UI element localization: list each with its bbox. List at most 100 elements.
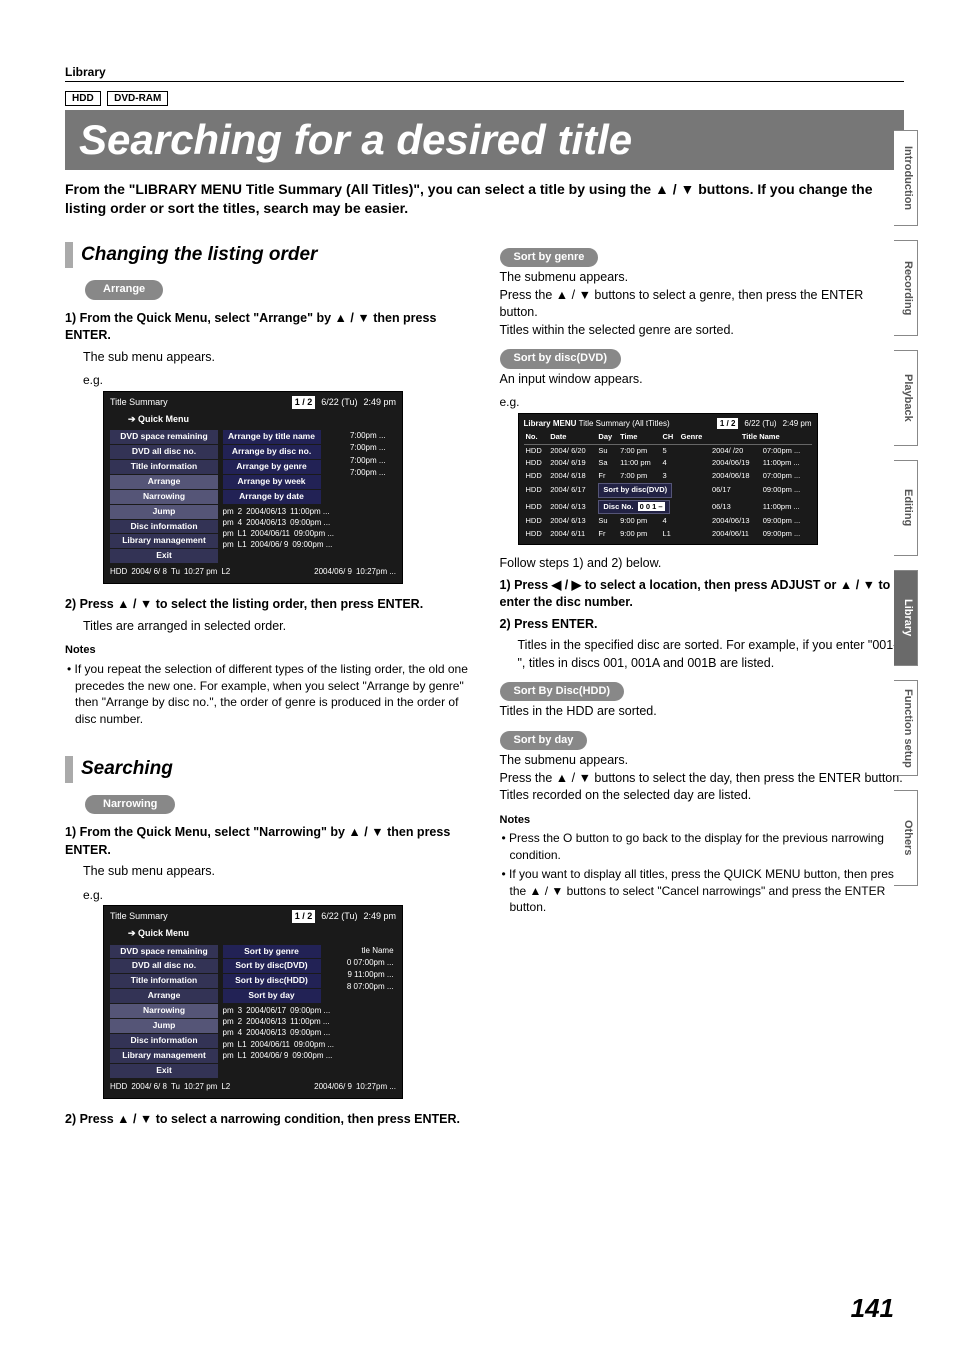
note-item: • If you repeat the selection of differe… (75, 661, 470, 728)
osd1-page: 1 / 2 (292, 396, 316, 409)
tab-function-setup[interactable]: Function setup (894, 680, 918, 776)
tab-others[interactable]: Others (894, 790, 918, 886)
tag-hdd: HDD (65, 91, 101, 106)
menu-item: Arrange (110, 475, 218, 489)
table-row: HDD2004/ 6/18Fr7:00 pm32004/06/1807:00pm… (524, 470, 812, 483)
notes-heading-2: Notes (500, 813, 905, 828)
tab-playback[interactable]: Playback (894, 350, 918, 446)
menu-item: Disc information (110, 1034, 218, 1048)
osd1-quickmenu: Quick Menu (128, 413, 189, 426)
dvd-step1: 1) Press ◀ / ▶ to select a location, the… (500, 577, 905, 612)
popup-sort-label: Sort by disc(DVD) (598, 483, 672, 498)
table-row: HDD2004/ 6/20Su7:00 pm52004/ /2007:00pm … (524, 444, 812, 457)
menu-item: Title information (110, 460, 218, 474)
arrange-step2: 2) Press ▲ / ▼ to select the listing ord… (65, 596, 470, 614)
table-row: HDD2004/ 6/13Disc No. 0 0 1 –06/1311:00p… (524, 499, 812, 516)
osd1-submenu: Arrange by title name Arrange by disc no… (223, 429, 335, 550)
dvd-text1: An input window appears. (500, 371, 905, 389)
osd2-page: 1 / 2 (292, 910, 316, 923)
osd2-footer-row: HDD2004/ 6/ 8Tu10:27 pmL22004/06/ 910:27… (110, 1081, 396, 1092)
section-header: Library (65, 65, 904, 82)
hdd-text1: Titles in the HDD are sorted. (500, 703, 905, 721)
menu-item: DVD space remaining (110, 945, 218, 959)
genre-text2: Press the ▲ / ▼ buttons to select a genr… (500, 287, 905, 322)
tab-editing[interactable]: Editing (894, 460, 918, 556)
sub-item: Sort by disc(HDD) (223, 974, 321, 988)
data-row: pm42004/06/1309:00pm ... (223, 517, 335, 528)
sub-item: Arrange by title name (223, 430, 321, 444)
genre-text3: Titles within the selected genre are sor… (500, 322, 905, 340)
menu-item: DVD all disc no. (110, 959, 218, 973)
eg-label-3: e.g. (500, 394, 905, 411)
menu-item: Disc information (110, 520, 218, 534)
osd1-menu: DVD space remaining DVD all disc no. Tit… (110, 429, 218, 564)
right-column: Sort by genre The submenu appears. Press… (500, 242, 905, 1132)
osd3-date: 6/22 (Tu) (744, 418, 776, 429)
dvd-step2: 2) Press ENTER. (500, 616, 905, 634)
data-row: pmL12004/06/1109:00pm ... (223, 528, 335, 539)
menu-item: Jump (110, 505, 218, 519)
menu-item: Exit (110, 549, 218, 563)
menu-item: Library management (110, 1049, 218, 1063)
sub-item: Sort by day (223, 989, 321, 1003)
osd-narrowing: Title Summary 1 / 2 6/22 (Tu) 2:49 pm Qu… (103, 905, 403, 1098)
data-row: pmL12004/06/ 909:00pm ... (223, 539, 335, 550)
osd1-sidevals: 7:00pm ... 7:00pm ... 7:00pm ... 7:00pm … (338, 429, 386, 478)
pill-sort-genre: Sort by genre (500, 248, 599, 267)
page-title: Searching for a desired title (65, 110, 904, 170)
pill-narrowing: Narrowing (85, 795, 175, 814)
menu-item: Narrowing (110, 490, 218, 504)
dvd-step2-body: Titles in the specified disc are sorted.… (518, 637, 905, 672)
data-row: pm22004/06/1311:00pm ... (223, 506, 335, 517)
osd-arrange: Title Summary 1 / 2 6/22 (Tu) 2:49 pm Qu… (103, 391, 403, 584)
osd3-table: No.DateDayTimeCHGenreTitle Name HDD2004/… (524, 431, 812, 540)
osd2-sidevals: tle Name 0 07:00pm ... 9 11:00pm ... 8 0… (338, 944, 394, 993)
tab-library[interactable]: Library (894, 570, 918, 666)
eg-label-2: e.g. (83, 887, 470, 904)
arrange-step1-sub: The sub menu appears. (83, 349, 470, 367)
popup-disc-no: Disc No. 0 0 1 – (598, 500, 669, 515)
sub-item: Sort by disc(DVD) (223, 959, 321, 973)
data-row: pm42004/06/1309:00pm ... (223, 1027, 335, 1038)
menu-item: Title information (110, 974, 218, 988)
arrange-step2-sub: Titles are arranged in selected order. (83, 618, 470, 636)
menu-item: DVD all disc no. (110, 445, 218, 459)
page-number: 141 (851, 1293, 894, 1324)
day-text1: The submenu appears. (500, 752, 905, 770)
narrow-step2: 2) Press ▲ / ▼ to select a narrowing con… (65, 1111, 470, 1129)
osd-disc: Library MENU Title Summary (All tTitles)… (518, 413, 818, 545)
table-row: HDD2004/ 6/13Su9:00 pm42004/06/1309:00pm… (524, 515, 812, 528)
sub-item: Arrange by week (223, 475, 321, 489)
genre-text1: The submenu appears. (500, 269, 905, 287)
menu-item: DVD space remaining (110, 430, 218, 444)
tab-recording[interactable]: Recording (894, 240, 918, 336)
tag-dvdram: DVD-RAM (107, 91, 168, 106)
osd2-menu: DVD space remaining DVD all disc no. Tit… (110, 944, 218, 1079)
osd1-time: 2:49 pm (363, 396, 396, 409)
intro-text: From the "LIBRARY MENU Title Summary (Al… (65, 180, 904, 218)
dvd-follow: Follow steps 1) and 2) below. (500, 555, 905, 573)
osd3-lib: Library MENU (524, 419, 577, 428)
menu-item: Narrowing (110, 1004, 218, 1018)
arrange-step1: 1) From the Quick Menu, select "Arrange"… (65, 310, 470, 345)
table-row: HDD2004/ 6/17Sort by disc(DVD)06/1709:00… (524, 482, 812, 499)
sub-item: Arrange by date (223, 490, 321, 504)
menu-item: Jump (110, 1019, 218, 1033)
narrow-step1-sub: The sub menu appears. (83, 863, 470, 881)
pill-arrange: Arrange (85, 280, 163, 299)
pill-sort-dvd: Sort by disc(DVD) (500, 349, 622, 368)
day-text2: Press the ▲ / ▼ buttons to select the da… (500, 770, 905, 788)
day-text3: Titles recorded on the selected day are … (500, 787, 905, 805)
osd1-footer-row: HDD2004/ 6/ 8Tu10:27 pmL22004/06/ 910:27… (110, 566, 396, 577)
media-tags: HDD DVD-RAM (65, 88, 904, 106)
osd2-time: 2:49 pm (363, 910, 396, 923)
tab-introduction[interactable]: Introduction (894, 130, 918, 226)
osd2-date: 6/22 (Tu) (321, 910, 357, 923)
left-column: Changing the listing order Arrange 1) Fr… (65, 242, 470, 1132)
heading-searching: Searching (65, 756, 470, 783)
menu-item: Arrange (110, 989, 218, 1003)
menu-item: Library management (110, 534, 218, 548)
table-row: HDD2004/ 6/11Fr9:00 pmL12004/06/1109:00p… (524, 528, 812, 541)
heading-changing-order: Changing the listing order (65, 242, 470, 269)
osd3-page: 1 / 2 (717, 418, 739, 429)
